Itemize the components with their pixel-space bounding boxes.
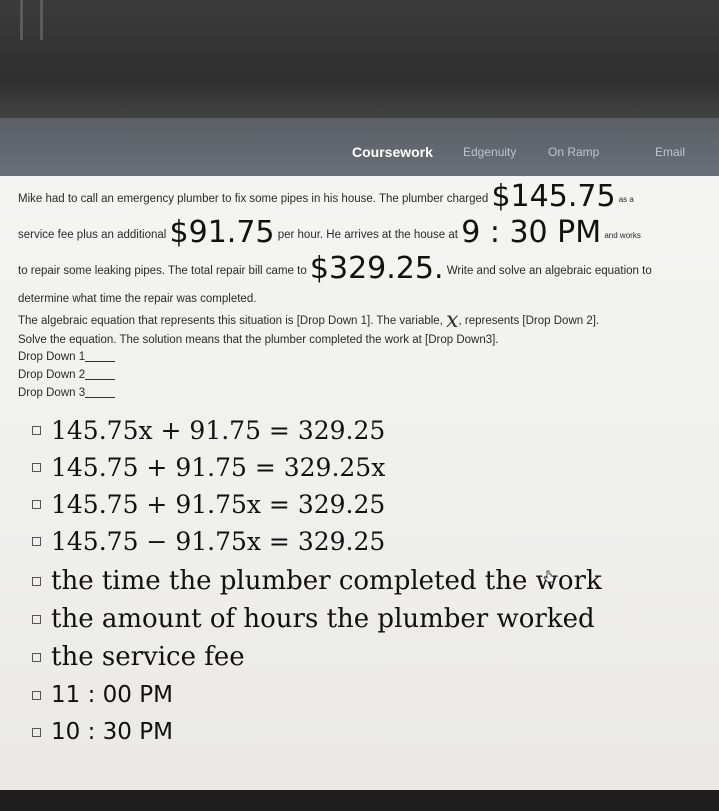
problem-text-segment: and works <box>604 231 641 240</box>
arrival-time-value: 9 : 30 PM <box>461 215 602 250</box>
option-hours-worked[interactable]: the amount of hours the plumber worked <box>32 604 595 634</box>
option-equation-3[interactable]: 145.75 + 91.75x = 329.25 <box>32 490 385 519</box>
option-checkbox[interactable] <box>32 652 41 662</box>
problem-line-1: Mike had to call an emergency plumber to… <box>18 182 634 212</box>
option-label: 10 : 30 PM <box>51 719 173 745</box>
problem-text-segment: Write and solve an algebraic equation to <box>446 265 652 277</box>
top-nav-bar: Coursework Edgenuity On Ramp Email <box>0 118 719 176</box>
option-label: the time the plumber completed the work <box>51 566 602 596</box>
tab-on-ramp[interactable]: On Ramp <box>548 145 599 159</box>
problem-line-3: to repair some leaking pipes. The total … <box>18 254 652 284</box>
monitor-bezel <box>0 0 719 130</box>
tab-edgenuity[interactable]: Edgenuity <box>463 145 516 159</box>
screen: Coursework Edgenuity On Ramp Email Mike … <box>0 118 719 798</box>
period: . <box>433 251 444 286</box>
problem-text-segment: as a <box>618 195 634 204</box>
option-label: 145.75 − 91.75x = 329.25 <box>51 527 386 556</box>
option-checkbox[interactable] <box>32 576 41 586</box>
option-checkbox[interactable] <box>32 463 41 472</box>
problem-line-6: Solve the equation. The solution means t… <box>18 334 499 346</box>
option-checkbox[interactable] <box>32 614 41 624</box>
bezel-mark <box>40 0 43 40</box>
option-time-1030pm[interactable]: 10 : 30 PM <box>32 719 173 745</box>
option-checkbox[interactable] <box>32 537 41 546</box>
problem-text-segment: per hour. He arrives at the house at <box>277 229 458 241</box>
dropdown-3-label: Drop Down 3 <box>18 386 116 400</box>
service-fee-value: $145.75 <box>491 179 616 214</box>
problem-text-segment: service fee plus an additional <box>18 229 167 241</box>
bezel-mark <box>20 0 23 40</box>
tab-coursework[interactable]: Coursework <box>352 144 433 160</box>
dropdown-label-text: Drop Down 3 <box>18 387 86 399</box>
dropdown-2-label: Drop Down 2 <box>18 368 116 382</box>
problem-text-segment: to repair some leaking pipes. The total … <box>18 265 307 277</box>
option-checkbox[interactable] <box>32 727 41 737</box>
option-label: 145.75x + 91.75 = 329.25 <box>51 416 386 445</box>
dropdown-label-text: Drop Down 1 <box>18 351 86 363</box>
problem-text-segment: The algebraic equation that represents t… <box>18 315 443 327</box>
photo-frame: Coursework Edgenuity On Ramp Email Mike … <box>0 0 719 811</box>
hand-cursor-icon <box>543 570 555 583</box>
problem-text-segment: Mike had to call an emergency plumber to… <box>18 193 489 205</box>
option-label: 145.75 + 91.75x = 329.25 <box>51 490 386 519</box>
option-time-completed[interactable]: the time the plumber completed the work <box>32 566 602 596</box>
option-label: the service fee <box>51 642 245 672</box>
dropdown-2-blank[interactable] <box>85 369 116 380</box>
option-equation-1[interactable]: 145.75x + 91.75 = 329.25 <box>32 416 385 445</box>
problem-line-4: determine what time the repair was compl… <box>18 293 257 305</box>
variable-x: x <box>446 308 459 333</box>
option-label: 11 : 00 PM <box>51 682 173 708</box>
option-checkbox[interactable] <box>32 690 41 700</box>
option-time-1100pm[interactable]: 11 : 00 PM <box>32 682 173 708</box>
option-label: 145.75 + 91.75 = 329.25x <box>51 453 386 482</box>
dropdown-3-blank[interactable] <box>85 387 116 398</box>
option-checkbox[interactable] <box>32 500 41 509</box>
hourly-rate-value: $91.75 <box>169 215 275 250</box>
problem-line-5: The algebraic equation that represents t… <box>18 310 600 332</box>
problem-text-segment: , represents [Drop Down 2]. <box>458 315 600 327</box>
option-equation-4[interactable]: 145.75 − 91.75x = 329.25 <box>32 527 385 556</box>
total-bill-value: $329.25 <box>309 251 434 286</box>
problem-line-2: service fee plus an additional $91.75 pe… <box>18 218 641 248</box>
option-checkbox[interactable] <box>32 426 41 435</box>
tab-email[interactable]: Email <box>655 145 685 159</box>
dropdown-1-label: Drop Down 1 <box>18 350 116 364</box>
option-service-fee[interactable]: the service fee <box>32 642 245 672</box>
dropdown-1-blank[interactable] <box>85 351 116 362</box>
dropdown-label-text: Drop Down 2 <box>18 369 86 381</box>
option-equation-2[interactable]: 145.75 + 91.75 = 329.25x <box>32 453 385 482</box>
option-label: the amount of hours the plumber worked <box>51 604 595 634</box>
bottom-bezel <box>0 790 719 811</box>
